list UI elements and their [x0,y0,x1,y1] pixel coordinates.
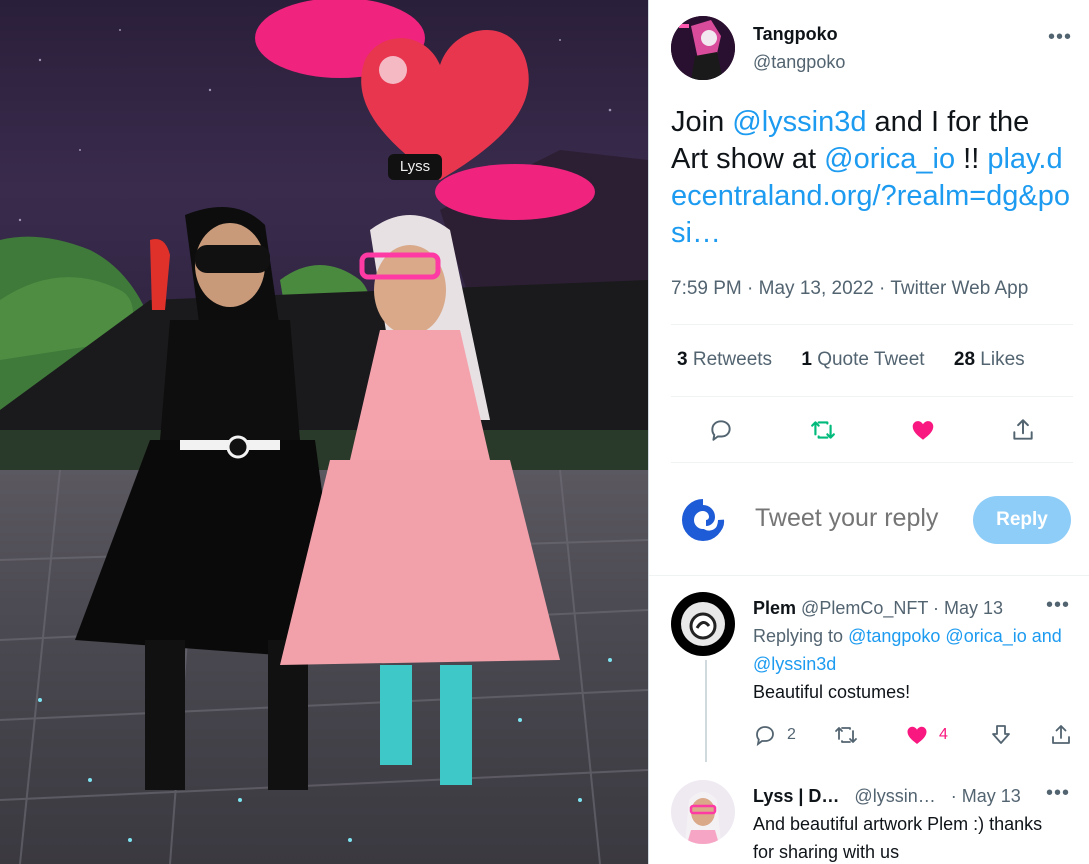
divider [671,324,1073,325]
reply-author-handle[interactable]: @PlemCo_NFT [801,598,928,618]
retweets-stat[interactable]: 3 Retweets [677,349,772,370]
reply-retweet-button[interactable] [833,720,859,750]
reply-text: And beautiful artwork Plem :) thanks for… [753,814,1043,862]
mention-link[interactable]: @orica_io [945,626,1026,646]
likes-stat[interactable]: 28 Likes [954,349,1025,370]
current-user-avatar-image [682,499,725,541]
retweets-label: Retweets [692,349,773,370]
mention-link[interactable]: @orica_io [824,143,955,175]
tweet-timestamp[interactable]: 7:59 PM · May 13, 2022 · Twitter Web App [671,278,1028,300]
quote-tweets-stat[interactable]: 1 Quote Tweet [801,349,924,370]
retweet-icon [835,727,857,743]
reply-button[interactable] [699,408,743,452]
divider [649,575,1089,576]
heart-filled-icon [907,726,927,744]
reply-composer: Reply [671,480,1073,556]
reply-input[interactable] [755,504,965,533]
retweet-icon [811,421,835,439]
retweets-count: 3 [677,349,688,370]
reply-reply-button[interactable]: 2 [753,720,796,750]
reply-action-bar: 2 4 [753,720,1073,750]
more-options-icon[interactable]: ••• [1045,783,1071,810]
mention-link[interactable]: @lyssin3d [753,654,836,674]
mention-link[interactable]: @tangpoko [848,626,940,646]
tweet-author-header: Tangpoko @tangpoko ••• [671,16,1071,82]
reply-like-button[interactable]: 4 [905,720,948,750]
likes-label: Likes [980,349,1025,370]
reply-downvote-button[interactable] [989,720,1013,750]
reply-text: Beautiful costumes! [753,682,911,702]
like-button[interactable] [901,408,945,452]
author-handle[interactable]: @tangpoko [753,52,845,73]
replying-to-label: Replying to [753,626,849,646]
share-icon [1052,725,1070,744]
reply-count: 2 [787,726,796,743]
reply-date[interactable]: · May 13 [951,786,1021,806]
more-options-icon[interactable]: ••• [1047,27,1073,54]
replying-to-and: and [1031,626,1062,646]
heart-filled-icon [912,421,934,440]
tweet-text: Join @lyssin3d and I for the Art show at… [671,104,1071,252]
reply-author-handle[interactable]: @lyssin… [854,786,935,806]
reply-tweet[interactable]: Lyss | D… @lyssin… · May 13 ••• And beau… [671,780,1073,864]
author-avatar-image [671,16,735,80]
reply-submit-button[interactable]: Reply [973,496,1071,544]
author-avatar[interactable] [671,16,735,80]
divider [671,396,1073,397]
reply-author-avatar[interactable] [671,592,735,656]
retweet-button[interactable] [801,408,845,452]
like-count: 4 [939,726,948,743]
replying-to-line: Replying to @tangpoko @orica_io and @lys… [753,622,1063,678]
reply-author-avatar[interactable] [671,780,735,844]
quote-tweets-count: 1 [801,349,812,370]
reply-author-avatar-image [671,592,735,656]
mention-link[interactable]: @lyssin3d [732,106,866,138]
reply-author-line: Lyss | D… @lyssin… · May 13 [753,786,1021,807]
tweet-action-bar [671,408,1071,452]
author-display-name[interactable]: Tangpoko [753,24,838,45]
quote-tweets-label: Quote Tweet [817,349,925,370]
reply-date[interactable]: · May 13 [933,598,1003,618]
arrow-down-icon [992,725,1010,744]
tweet-text-part: !! [955,143,988,175]
tweet-panel: Tangpoko @tangpoko ••• Join @lyssin3d an… [648,0,1089,864]
tweet-text-part: Join [671,106,733,138]
decentraland-scene-illustration [0,0,648,864]
tweet-media-image[interactable]: Lyss [0,0,648,864]
share-button[interactable] [1001,408,1045,452]
divider [671,462,1073,463]
reply-share-button[interactable] [1049,720,1073,750]
avatar-name-tag: Lyss [388,154,442,180]
tweet-detail-view: Lyss Tangpoko @tangpoko ••• Join @lyssin… [0,0,1089,864]
reply-tweet[interactable]: Plem @PlemCo_NFT · May 13 ••• Replying t… [671,592,1073,772]
reply-author-line: Plem @PlemCo_NFT · May 13 [753,598,1003,619]
tweet-stats: 3 Retweets 1 Quote Tweet 28 Likes [677,349,1049,371]
reply-author-name[interactable]: Plem [753,598,796,618]
current-user-avatar[interactable] [681,498,725,542]
reply-author-name[interactable]: Lyss | D… [753,786,839,806]
reply-icon [711,420,731,441]
reply-icon [756,726,774,747]
share-icon [1013,419,1033,440]
likes-count: 28 [953,349,976,370]
reply-author-avatar-image [671,780,735,844]
more-options-icon[interactable]: ••• [1045,595,1071,622]
thread-connector-line [705,660,707,762]
